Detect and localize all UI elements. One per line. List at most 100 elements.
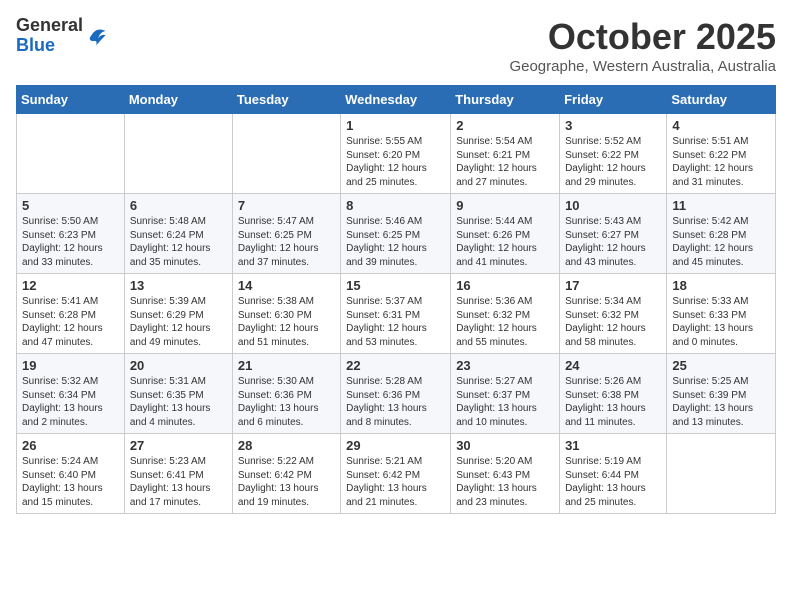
day-number: 29 [346, 438, 445, 453]
calendar-cell: 23Sunrise: 5:27 AM Sunset: 6:37 PM Dayli… [451, 354, 560, 434]
day-number: 22 [346, 358, 445, 373]
cell-content: Sunrise: 5:47 AM Sunset: 6:25 PM Dayligh… [238, 215, 335, 269]
calendar-cell: 26Sunrise: 5:24 AM Sunset: 6:40 PM Dayli… [17, 434, 125, 514]
cell-content: Sunrise: 5:41 AM Sunset: 6:28 PM Dayligh… [22, 295, 119, 349]
cell-content: Sunrise: 5:48 AM Sunset: 6:24 PM Dayligh… [130, 215, 227, 269]
day-number: 7 [238, 198, 335, 213]
day-number: 1 [346, 118, 445, 133]
calendar-week-row: 12 Sunrise: 5:41 AM Sunset: 6:28 PM Dayli… [17, 274, 776, 354]
day-number: 11 [672, 198, 770, 213]
cell-content: Sunrise: 5:51 AM Sunset: 6:22 PM Dayligh… [672, 135, 770, 189]
day-number: 21 [238, 358, 335, 373]
day-number: 12 [22, 278, 119, 293]
calendar-cell: 7 Sunrise: 5:47 AM Sunset: 6:25 PM Daylig… [232, 194, 340, 274]
calendar-cell [232, 114, 340, 194]
cell-content: Sunrise: 5:46 AM Sunset: 6:25 PM Dayligh… [346, 215, 445, 269]
day-number: 25 [672, 358, 770, 373]
day-number: 15 [346, 278, 445, 293]
calendar-cell: 5Sunrise: 5:50 AM Sunset: 6:23 PM Daylig… [17, 194, 125, 274]
cell-content: Sunrise: 5:28 AM Sunset: 6:36 PM Dayligh… [346, 375, 445, 429]
cell-content: Sunrise: 5:23 AM Sunset: 6:41 PM Dayligh… [130, 455, 227, 509]
cell-content: Sunrise: 5:21 AM Sunset: 6:42 PM Dayligh… [346, 455, 445, 509]
calendar-cell: 22 Sunrise: 5:28 AM Sunset: 6:36 PM Dayli… [341, 354, 451, 434]
calendar-cell: 19 Sunrise: 5:32 AM Sunset: 6:34 PM Dayli… [17, 354, 125, 434]
weekday-header-monday: Monday [124, 86, 232, 114]
cell-content: Sunrise: 5:52 AM Sunset: 6:22 PM Dayligh… [565, 135, 661, 189]
calendar-cell: 4Sunrise: 5:51 AM Sunset: 6:22 PM Daylig… [667, 114, 776, 194]
calendar-cell: 27Sunrise: 5:23 AM Sunset: 6:41 PM Dayli… [124, 434, 232, 514]
weekday-header-friday: Friday [560, 86, 667, 114]
calendar-cell: 1 Sunrise: 5:55 AM Sunset: 6:20 PM Daylig… [341, 114, 451, 194]
calendar-cell: 3 Sunrise: 5:52 AM Sunset: 6:22 PM Daylig… [560, 114, 667, 194]
day-number: 6 [130, 198, 227, 213]
weekday-header-thursday: Thursday [451, 86, 560, 114]
day-number: 17 [565, 278, 661, 293]
day-number: 30 [456, 438, 554, 453]
day-number: 10 [565, 198, 661, 213]
weekday-header-tuesday: Tuesday [232, 86, 340, 114]
day-number: 23 [456, 358, 554, 373]
cell-content: Sunrise: 5:26 AM Sunset: 6:38 PM Dayligh… [565, 375, 661, 429]
cell-content: Sunrise: 5:55 AM Sunset: 6:20 PM Dayligh… [346, 135, 445, 189]
cell-content: Sunrise: 5:44 AM Sunset: 6:26 PM Dayligh… [456, 215, 554, 269]
day-number: 19 [22, 358, 119, 373]
day-number: 14 [238, 278, 335, 293]
calendar-week-row: 5Sunrise: 5:50 AM Sunset: 6:23 PM Daylig… [17, 194, 776, 274]
day-number: 8 [346, 198, 445, 213]
month-title: October 2025 [509, 16, 776, 58]
cell-content: Sunrise: 5:36 AM Sunset: 6:32 PM Dayligh… [456, 295, 554, 349]
day-number: 9 [456, 198, 554, 213]
calendar-cell: 30 Sunrise: 5:20 AM Sunset: 6:43 PM Dayli… [451, 434, 560, 514]
weekday-header-wednesday: Wednesday [341, 86, 451, 114]
calendar-cell: 2Sunrise: 5:54 AM Sunset: 6:21 PM Daylig… [451, 114, 560, 194]
calendar-cell: 21 Sunrise: 5:30 AM Sunset: 6:36 PM Dayli… [232, 354, 340, 434]
day-number: 28 [238, 438, 335, 453]
calendar-cell [17, 114, 125, 194]
calendar-cell: 20 Sunrise: 5:31 AM Sunset: 6:35 PM Dayli… [124, 354, 232, 434]
cell-content: Sunrise: 5:42 AM Sunset: 6:28 PM Dayligh… [672, 215, 770, 269]
day-number: 3 [565, 118, 661, 133]
calendar-cell [667, 434, 776, 514]
calendar-cell: 29 Sunrise: 5:21 AM Sunset: 6:42 PM Dayli… [341, 434, 451, 514]
calendar-cell: 16Sunrise: 5:36 AM Sunset: 6:32 PM Dayli… [451, 274, 560, 354]
calendar-cell: 10Sunrise: 5:43 AM Sunset: 6:27 PM Dayli… [560, 194, 667, 274]
cell-content: Sunrise: 5:20 AM Sunset: 6:43 PM Dayligh… [456, 455, 554, 509]
weekday-header-saturday: Saturday [667, 86, 776, 114]
calendar-cell: 8 Sunrise: 5:46 AM Sunset: 6:25 PM Daylig… [341, 194, 451, 274]
day-number: 26 [22, 438, 119, 453]
day-number: 13 [130, 278, 227, 293]
day-number: 5 [22, 198, 119, 213]
calendar-cell [124, 114, 232, 194]
weekday-header-row: SundayMondayTuesdayWednesdayThursdayFrid… [17, 86, 776, 114]
calendar-week-row: 1 Sunrise: 5:55 AM Sunset: 6:20 PM Daylig… [17, 114, 776, 194]
calendar-cell: 13 Sunrise: 5:39 AM Sunset: 6:29 PM Dayli… [124, 274, 232, 354]
calendar-cell: 11 Sunrise: 5:42 AM Sunset: 6:28 PM Dayli… [667, 194, 776, 274]
cell-content: Sunrise: 5:38 AM Sunset: 6:30 PM Dayligh… [238, 295, 335, 349]
calendar-cell: 9 Sunrise: 5:44 AM Sunset: 6:26 PM Daylig… [451, 194, 560, 274]
calendar-week-row: 19 Sunrise: 5:32 AM Sunset: 6:34 PM Dayli… [17, 354, 776, 434]
cell-content: Sunrise: 5:39 AM Sunset: 6:29 PM Dayligh… [130, 295, 227, 349]
calendar-week-row: 26Sunrise: 5:24 AM Sunset: 6:40 PM Dayli… [17, 434, 776, 514]
day-number: 24 [565, 358, 661, 373]
calendar-cell: 14 Sunrise: 5:38 AM Sunset: 6:30 PM Dayli… [232, 274, 340, 354]
cell-content: Sunrise: 5:32 AM Sunset: 6:34 PM Dayligh… [22, 375, 119, 429]
weekday-header-sunday: Sunday [17, 86, 125, 114]
cell-content: Sunrise: 5:34 AM Sunset: 6:32 PM Dayligh… [565, 295, 661, 349]
page-header: General Blue October 2025 Geographe, Wes… [16, 16, 776, 75]
logo-blue-text: Blue [16, 36, 83, 56]
calendar-cell: 15 Sunrise: 5:37 AM Sunset: 6:31 PM Dayli… [341, 274, 451, 354]
calendar-cell: 17 Sunrise: 5:34 AM Sunset: 6:32 PM Dayli… [560, 274, 667, 354]
calendar-cell: 24 Sunrise: 5:26 AM Sunset: 6:38 PM Dayli… [560, 354, 667, 434]
day-number: 18 [672, 278, 770, 293]
day-number: 20 [130, 358, 227, 373]
logo: General Blue [16, 16, 107, 56]
day-number: 31 [565, 438, 661, 453]
logo-general-text: General [16, 16, 83, 36]
cell-content: Sunrise: 5:25 AM Sunset: 6:39 PM Dayligh… [672, 375, 770, 429]
cell-content: Sunrise: 5:37 AM Sunset: 6:31 PM Dayligh… [346, 295, 445, 349]
cell-content: Sunrise: 5:30 AM Sunset: 6:36 PM Dayligh… [238, 375, 335, 429]
cell-content: Sunrise: 5:31 AM Sunset: 6:35 PM Dayligh… [130, 375, 227, 429]
calendar-cell: 6 Sunrise: 5:48 AM Sunset: 6:24 PM Daylig… [124, 194, 232, 274]
calendar-cell: 18 Sunrise: 5:33 AM Sunset: 6:33 PM Dayli… [667, 274, 776, 354]
cell-content: Sunrise: 5:33 AM Sunset: 6:33 PM Dayligh… [672, 295, 770, 349]
